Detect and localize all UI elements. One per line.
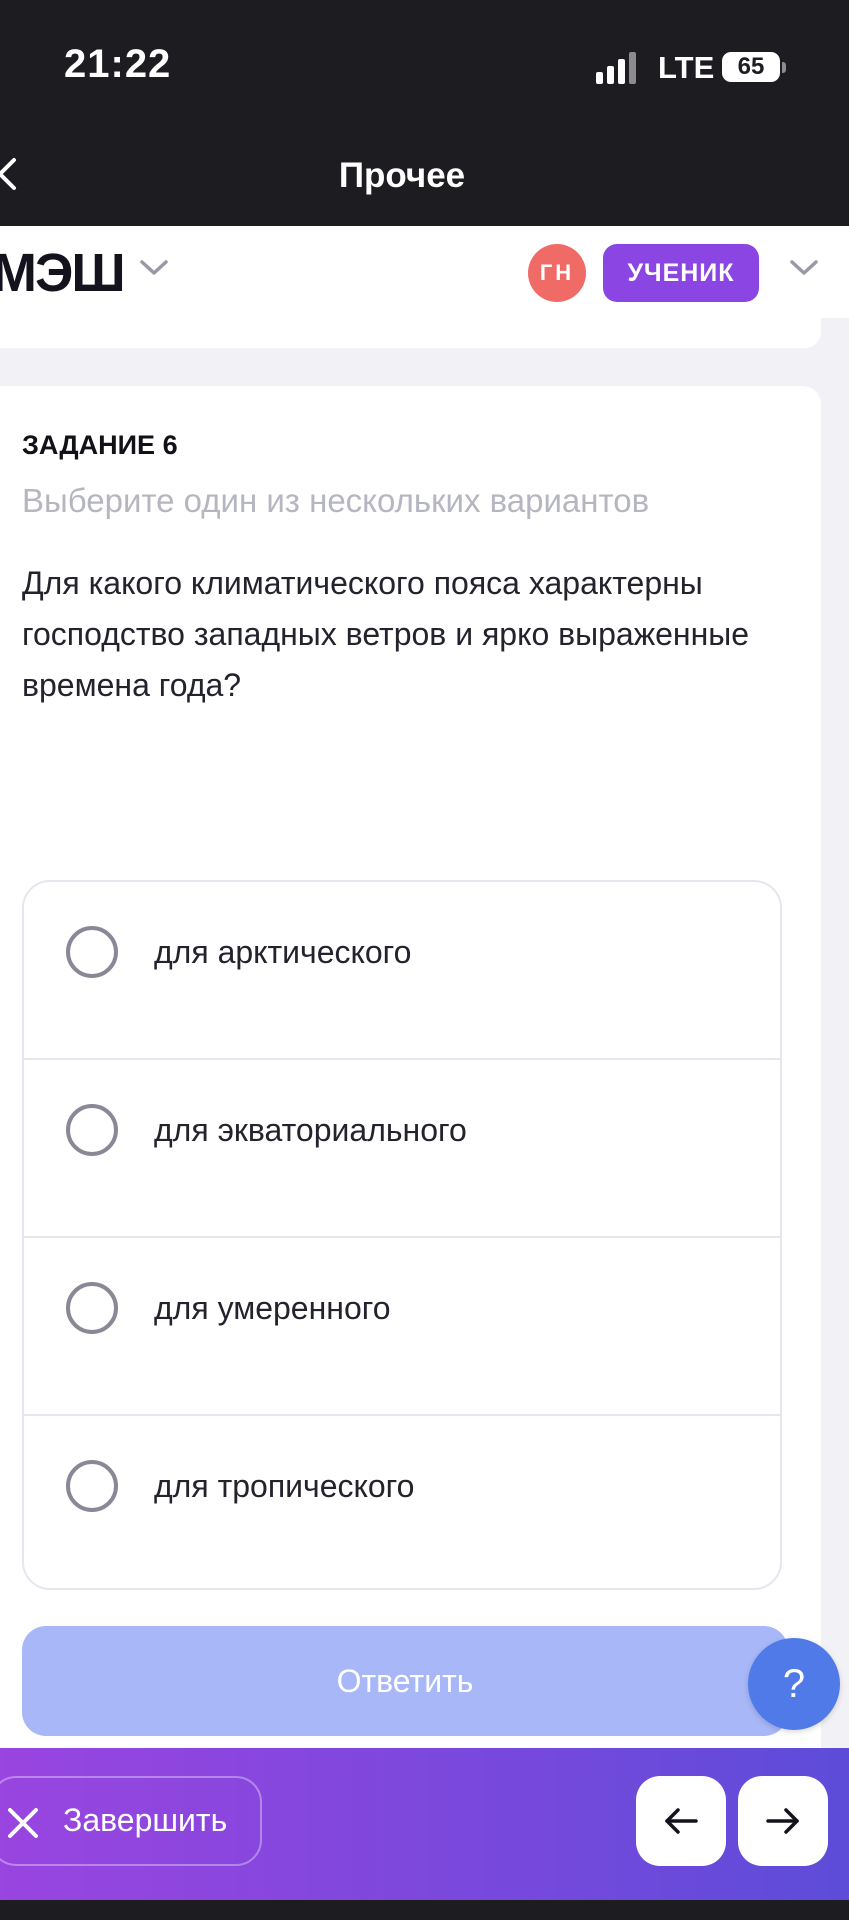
arrow-right-icon — [766, 1808, 799, 1834]
question-text: Для какого климатического пояса характер… — [22, 565, 750, 703]
radio-button[interactable] — [66, 926, 118, 978]
previous-card — [0, 318, 821, 348]
answer-option-label: для арктического — [154, 934, 412, 970]
app-header: МЭШ ГН УЧЕНИК — [0, 226, 849, 320]
answer-options: для арктического для экваториального для… — [22, 880, 782, 1590]
task-number: ЗАДАНИЕ 6 — [22, 430, 178, 460]
arrow-left-icon — [665, 1808, 698, 1834]
signal-icon — [596, 52, 640, 84]
app-logo[interactable]: МЭШ — [0, 246, 126, 300]
role-badge[interactable]: УЧЕНИК — [603, 244, 759, 302]
radio-button[interactable] — [66, 1282, 118, 1334]
chevron-down-icon[interactable] — [138, 258, 170, 278]
status-bar: 21:22 LTE 65 — [0, 0, 849, 120]
home-indicator-area — [0, 1900, 849, 1920]
network-label: LTE — [658, 50, 715, 85]
status-time: 21:22 — [64, 42, 172, 86]
avatar[interactable]: ГН — [528, 244, 586, 302]
close-icon — [8, 1808, 38, 1838]
answer-option-label: для экваториального — [154, 1112, 467, 1148]
answer-option[interactable]: для арктического — [24, 882, 780, 1060]
footer-bar: Завершить — [0, 1748, 849, 1900]
radio-button[interactable] — [66, 1460, 118, 1512]
answer-option[interactable]: для умеренного — [24, 1238, 780, 1416]
nav-bar: Прочее — [0, 120, 849, 226]
finish-label: Завершить — [63, 1802, 228, 1838]
next-button[interactable] — [738, 1776, 828, 1866]
answer-option-label: для тропического — [154, 1468, 415, 1504]
battery-icon: 65 — [722, 52, 780, 82]
nav-title: Прочее — [338, 156, 466, 195]
submit-button[interactable]: Ответить — [22, 1626, 788, 1736]
previous-button[interactable] — [636, 1776, 726, 1866]
finish-button[interactable]: Завершить — [0, 1776, 262, 1866]
radio-button[interactable] — [66, 1104, 118, 1156]
answer-option[interactable]: для экваториального — [24, 1060, 780, 1238]
help-button[interactable]: ? — [748, 1638, 840, 1730]
task-hint: Выберите один из нескольких вариантов — [22, 482, 650, 519]
answer-option-label: для умеренного — [154, 1290, 391, 1326]
battery-cap — [782, 62, 786, 73]
chevron-down-icon[interactable] — [788, 258, 820, 278]
content-area: ЗАДАНИЕ 6 Выберите один из нескольких ва… — [0, 318, 849, 1748]
answer-option[interactable]: для тропического — [24, 1416, 780, 1588]
task-card: ЗАДАНИЕ 6 Выберите один из нескольких ва… — [0, 386, 821, 1748]
